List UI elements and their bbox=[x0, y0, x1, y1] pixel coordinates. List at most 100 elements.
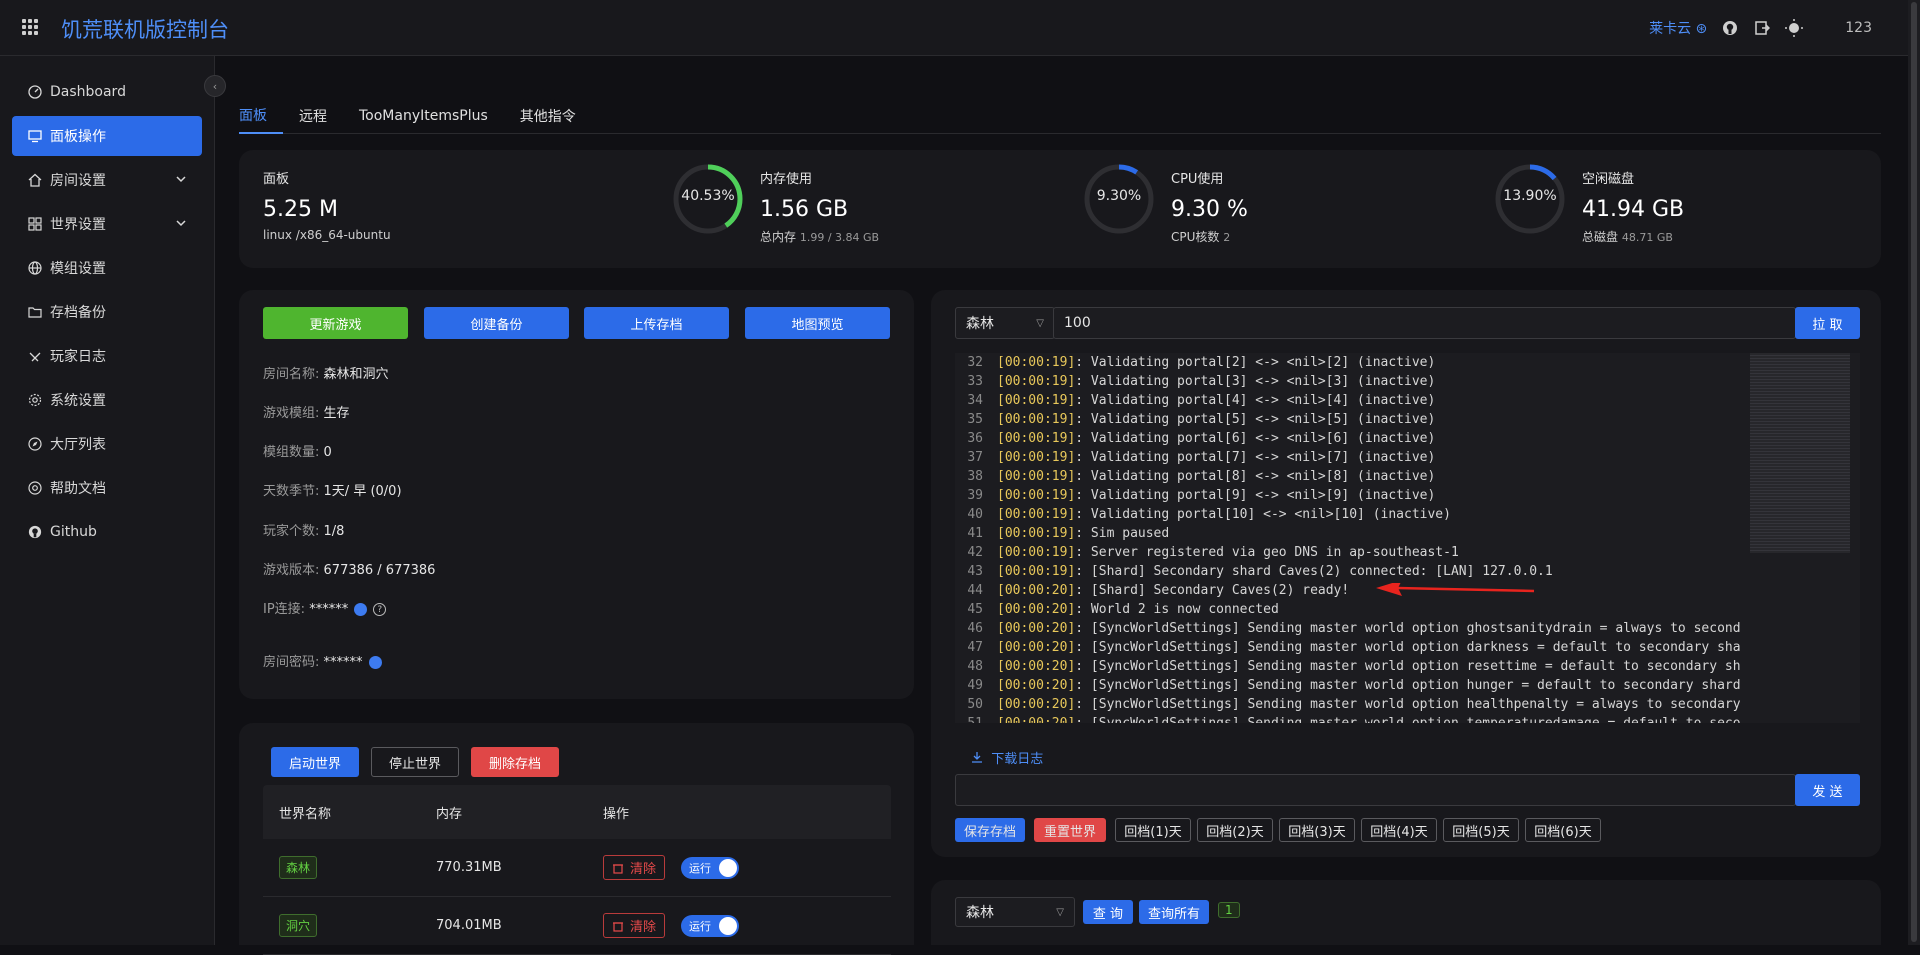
log-line: 35 [00:00:19]: Validating portal[5] <-> <… bbox=[955, 410, 1860, 429]
log-minimap[interactable] bbox=[1750, 353, 1850, 553]
stop-world-button[interactable]: 停止世界 bbox=[371, 747, 459, 777]
sidebar-item-lobby-list[interactable]: 大厅列表 bbox=[12, 424, 202, 464]
save-world-button[interactable]: 保存存档 bbox=[955, 818, 1025, 842]
laika-cloud-link[interactable]: 莱卡云 ⊛ bbox=[1649, 18, 1707, 38]
start-world-button[interactable]: 启动世界 bbox=[271, 747, 359, 777]
memory-stat: 内存使用 1.56 GB 总内存 1.99 / 3.84 GB bbox=[760, 168, 879, 245]
log-line-number: 39 bbox=[967, 488, 983, 503]
dashboard-icon bbox=[28, 85, 42, 99]
sidebar-item-github[interactable]: Github bbox=[12, 512, 202, 552]
sidebar-item-room-settings[interactable]: 房间设置 bbox=[12, 160, 202, 200]
stat-sub: CPU核数 2 bbox=[1171, 230, 1231, 244]
sidebar-item-player-log[interactable]: 玩家日志 bbox=[12, 336, 202, 376]
gear-icon bbox=[28, 393, 42, 407]
query-world-select[interactable]: 森林 ▽ bbox=[955, 897, 1075, 927]
top-bar: 饥荒联机版控制台 莱卡云 ⊛ 123 bbox=[0, 0, 1920, 56]
log-line-number: 35 bbox=[967, 412, 983, 427]
theme-sun-icon[interactable] bbox=[1785, 19, 1804, 37]
disk-stat: 空闲磁盘 41.94 GB 总磁盘 48.71 GB bbox=[1582, 168, 1684, 245]
world-table: 世界名称 内存 操作 森林 770.31MB 清除 运行 洞穴 704.01MB… bbox=[263, 785, 891, 955]
log-timestamp: [00:00:19] bbox=[997, 564, 1076, 579]
top-right-tools: 莱卡云 ⊛ 123 bbox=[1649, 18, 1872, 38]
query-all-button[interactable]: 查询所有 bbox=[1139, 900, 1209, 924]
clear-button[interactable]: 清除 bbox=[603, 913, 666, 938]
github-icon[interactable] bbox=[1721, 19, 1739, 37]
clear-button[interactable]: 清除 bbox=[603, 855, 666, 880]
sidebar-collapse-button[interactable]: ‹ bbox=[204, 75, 226, 97]
log-line: 40 [00:00:19]: Validating portal[10] <-> … bbox=[955, 505, 1860, 524]
world-memory: 770.31MB bbox=[436, 860, 502, 875]
log-text: : Validating portal[6] <-> <nil>[6] (ina… bbox=[1075, 431, 1436, 446]
create-backup-button[interactable]: 创建备份 bbox=[424, 307, 569, 339]
log-world-select[interactable]: 森林 ▽ bbox=[955, 307, 1055, 339]
world-run-toggle[interactable]: 运行 bbox=[681, 914, 740, 937]
world-run-toggle[interactable]: 运行 bbox=[681, 856, 740, 879]
help-icon[interactable]: ? bbox=[373, 603, 387, 616]
page-scrollbar[interactable] bbox=[1908, 0, 1920, 945]
rollback-1-day-button[interactable]: 回档(1)天 bbox=[1115, 818, 1191, 842]
sidebar-item-panel[interactable]: 面板操作 bbox=[12, 116, 202, 156]
room-info-card: 更新游戏 创建备份 上传存档 地图预览 房间名称: 森林和洞穴 游戏模组: 生存… bbox=[239, 290, 914, 699]
log-timestamp: [00:00:19] bbox=[997, 355, 1076, 370]
query-button[interactable]: 查 询 bbox=[1083, 900, 1133, 924]
stat-sub: 总磁盘 48.71 GB bbox=[1582, 230, 1673, 244]
update-game-button[interactable]: 更新游戏 bbox=[263, 307, 408, 339]
world-name-tag: 森林 bbox=[279, 856, 318, 879]
log-text: : Validating portal[7] <-> <nil>[7] (ina… bbox=[1075, 450, 1436, 465]
sidebar-item-dashboard[interactable]: Dashboard bbox=[12, 72, 202, 112]
rollback-2-day-button[interactable]: 回档(2)天 bbox=[1197, 818, 1273, 842]
log-line: 38 [00:00:19]: Validating portal[8] <-> <… bbox=[955, 467, 1860, 486]
log-line-number: 49 bbox=[967, 678, 983, 693]
grid-icon bbox=[28, 217, 42, 231]
log-line-number: 32 bbox=[967, 355, 983, 370]
log-text: : Server registered via geo DNS in ap-so… bbox=[1075, 545, 1459, 560]
log-lines-input[interactable]: 100 bbox=[1053, 307, 1796, 339]
log-line: 33 [00:00:19]: Validating portal[3] <-> <… bbox=[955, 372, 1860, 391]
fetch-log-button[interactable]: 拉 取 bbox=[1795, 307, 1860, 339]
export-icon[interactable] bbox=[1753, 19, 1771, 37]
stat-label: 空闲磁盘 bbox=[1582, 172, 1635, 187]
rollback-3-day-button[interactable]: 回档(3)天 bbox=[1279, 818, 1355, 842]
stat-value: 41.94 GB bbox=[1582, 197, 1685, 222]
cpu-stat: CPU使用 9.30 % CPU核数 2 bbox=[1171, 168, 1248, 245]
send-command-button[interactable]: 发 送 bbox=[1795, 774, 1860, 806]
log-text: : [SyncWorldSettings] Sending master wor… bbox=[1075, 621, 1741, 636]
stat-value: 9.30 % bbox=[1171, 197, 1248, 222]
sidebar-item-mod-settings[interactable]: 模组设置 bbox=[12, 248, 202, 288]
log-timestamp: [00:00:19] bbox=[997, 507, 1076, 522]
command-input[interactable] bbox=[955, 774, 1796, 806]
download-log-link[interactable]: 下载日志 bbox=[971, 748, 1043, 767]
apps-grid-icon[interactable] bbox=[22, 19, 38, 35]
player-icon bbox=[28, 349, 42, 363]
tab-other-commands[interactable]: 其他指令 bbox=[520, 98, 592, 134]
rollback-6-day-button[interactable]: 回档(6)天 bbox=[1525, 818, 1601, 842]
sidebar-item-backup[interactable]: 存档备份 bbox=[12, 292, 202, 332]
ip-connect-row: IP连接: ******? bbox=[263, 598, 387, 617]
log-viewer[interactable]: 32 [00:00:19]: Validating portal[2] <-> <… bbox=[955, 353, 1860, 723]
sidebar-item-help-docs[interactable]: 帮助文档 bbox=[12, 468, 202, 508]
sidebar-item-system-settings[interactable]: 系统设置 bbox=[12, 380, 202, 420]
rollback-5-day-button[interactable]: 回档(5)天 bbox=[1443, 818, 1519, 842]
stat-sub: linux /x86_64-ubuntu bbox=[263, 228, 391, 242]
tab-toomanyitemsplus[interactable]: TooManyItemsPlus bbox=[359, 98, 504, 134]
game-version-row: 游戏版本: 677386 / 677386 bbox=[263, 563, 436, 578]
tab-remote[interactable]: 远程 bbox=[299, 98, 343, 134]
tab-panel[interactable]: 面板 bbox=[239, 98, 283, 134]
map-preview-button[interactable]: 地图预览 bbox=[745, 307, 890, 339]
username[interactable]: 123 bbox=[1845, 20, 1872, 36]
sidebar-item-label: Github bbox=[50, 524, 97, 540]
delete-save-button[interactable]: 删除存档 bbox=[471, 747, 559, 777]
memory-ring: 40.53% bbox=[673, 164, 743, 234]
chevron-down-icon: ▽ bbox=[1056, 906, 1064, 918]
log-timestamp: [00:00:20] bbox=[997, 640, 1076, 655]
sidebar-item-label: 存档备份 bbox=[50, 305, 106, 321]
upload-save-button[interactable]: 上传存档 bbox=[584, 307, 729, 339]
stat-label: CPU使用 bbox=[1171, 172, 1224, 187]
system-stats-card: 面板 5.25 M linux /x86_64-ubuntu 40.53% 内存… bbox=[239, 150, 1881, 268]
rollback-4-day-button[interactable]: 回档(4)天 bbox=[1361, 818, 1437, 842]
eye-icon[interactable] bbox=[354, 603, 368, 616]
eye-icon[interactable] bbox=[368, 656, 382, 669]
sidebar-item-world-settings[interactable]: 世界设置 bbox=[12, 204, 202, 244]
log-line: 42 [00:00:19]: Server registered via geo … bbox=[955, 543, 1860, 562]
reset-world-button[interactable]: 重置世界 bbox=[1034, 818, 1106, 842]
